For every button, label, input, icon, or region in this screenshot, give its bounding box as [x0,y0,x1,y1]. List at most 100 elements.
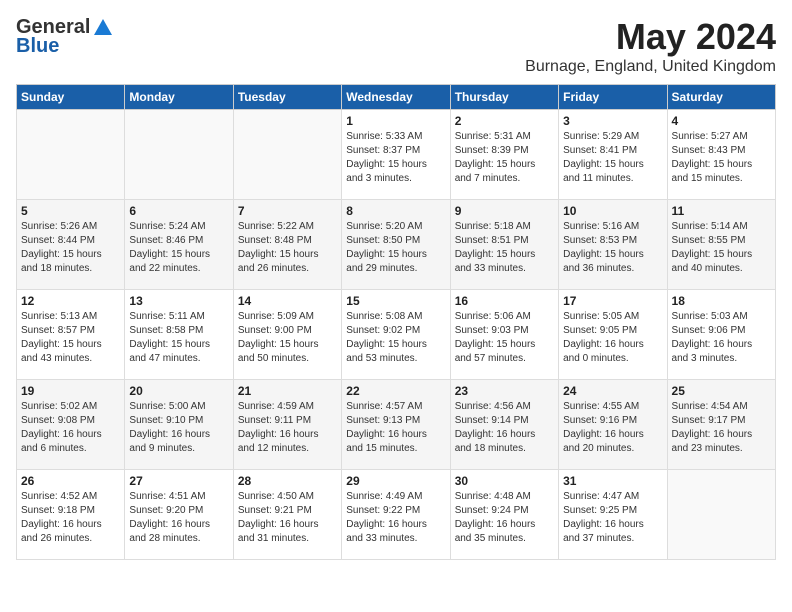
calendar-cell [233,110,341,200]
calendar-cell: 23 Sunrise: 4:56 AM Sunset: 9:14 PM Dayli… [450,380,558,470]
week-row-4: 19 Sunrise: 5:02 AM Sunset: 9:08 PM Dayli… [17,380,776,470]
cell-content: Sunrise: 4:56 AM Sunset: 9:14 PM Dayligh… [455,400,554,456]
calendar-cell: 26 Sunrise: 4:52 AM Sunset: 9:18 PM Dayli… [17,470,125,560]
calendar-cell: 24 Sunrise: 4:55 AM Sunset: 9:16 PM Dayli… [559,380,667,470]
day-number: 21 [238,384,337,398]
calendar-cell: 9 Sunrise: 5:18 AM Sunset: 8:51 PM Daylig… [450,200,558,290]
day-number: 13 [129,294,228,308]
day-number: 12 [21,294,120,308]
calendar-cell: 19 Sunrise: 5:02 AM Sunset: 9:08 PM Dayli… [17,380,125,470]
cell-content: Sunrise: 5:05 AM Sunset: 9:05 PM Dayligh… [563,310,662,366]
cell-content: Sunrise: 5:14 AM Sunset: 8:55 PM Dayligh… [672,220,771,276]
day-number: 31 [563,474,662,488]
day-number: 5 [21,204,120,218]
cell-content: Sunrise: 4:54 AM Sunset: 9:17 PM Dayligh… [672,400,771,456]
day-number: 11 [672,204,771,218]
cell-content: Sunrise: 5:18 AM Sunset: 8:51 PM Dayligh… [455,220,554,276]
day-number: 1 [346,114,445,128]
cell-content: Sunrise: 4:57 AM Sunset: 9:13 PM Dayligh… [346,400,445,456]
cell-content: Sunrise: 5:02 AM Sunset: 9:08 PM Dayligh… [21,400,120,456]
day-number: 28 [238,474,337,488]
calendar-cell: 18Sunrise: 5:03 AM Sunset: 9:06 PM Dayli… [667,290,775,380]
calendar-cell: 4 Sunrise: 5:27 AM Sunset: 8:43 PM Daylig… [667,110,775,200]
day-number: 14 [238,294,337,308]
calendar-cell: 14 Sunrise: 5:09 AM Sunset: 9:00 PM Dayli… [233,290,341,380]
day-number: 24 [563,384,662,398]
calendar-cell: 21 Sunrise: 4:59 AM Sunset: 9:11 PM Dayli… [233,380,341,470]
day-number: 22 [346,384,445,398]
cell-content: Sunrise: 4:50 AM Sunset: 9:21 PM Dayligh… [238,490,337,546]
week-row-5: 26 Sunrise: 4:52 AM Sunset: 9:18 PM Dayli… [17,470,776,560]
cell-content: Sunrise: 5:22 AM Sunset: 8:48 PM Dayligh… [238,220,337,276]
weekday-header-row: SundayMondayTuesdayWednesdayThursdayFrid… [17,85,776,110]
cell-content: Sunrise: 4:51 AM Sunset: 9:20 PM Dayligh… [129,490,228,546]
day-number: 20 [129,384,228,398]
cell-content: Sunrise: 4:59 AM Sunset: 9:11 PM Dayligh… [238,400,337,456]
weekday-header-tuesday: Tuesday [233,85,341,110]
day-number: 25 [672,384,771,398]
calendar-cell: 8Sunrise: 5:20 AM Sunset: 8:50 PM Daylig… [342,200,450,290]
cell-content: Sunrise: 5:27 AM Sunset: 8:43 PM Dayligh… [672,130,771,186]
day-number: 30 [455,474,554,488]
day-number: 10 [563,204,662,218]
cell-content: Sunrise: 5:00 AM Sunset: 9:10 PM Dayligh… [129,400,228,456]
location-title: Burnage, England, United Kingdom [525,58,776,76]
cell-content: Sunrise: 5:09 AM Sunset: 9:00 PM Dayligh… [238,310,337,366]
cell-content: Sunrise: 4:55 AM Sunset: 9:16 PM Dayligh… [563,400,662,456]
weekday-header-sunday: Sunday [17,85,125,110]
cell-content: Sunrise: 5:20 AM Sunset: 8:50 PM Dayligh… [346,220,445,276]
weekday-header-friday: Friday [559,85,667,110]
day-number: 27 [129,474,228,488]
day-number: 16 [455,294,554,308]
week-row-1: 1Sunrise: 5:33 AM Sunset: 8:37 PM Daylig… [17,110,776,200]
day-number: 2 [455,114,554,128]
calendar-cell: 1Sunrise: 5:33 AM Sunset: 8:37 PM Daylig… [342,110,450,200]
cell-content: Sunrise: 5:29 AM Sunset: 8:41 PM Dayligh… [563,130,662,186]
calendar-cell: 10 Sunrise: 5:16 AM Sunset: 8:53 PM Dayli… [559,200,667,290]
logo: General Blue [16,16,114,58]
calendar-cell: 3 Sunrise: 5:29 AM Sunset: 8:41 PM Daylig… [559,110,667,200]
cell-content: Sunrise: 5:08 AM Sunset: 9:02 PM Dayligh… [346,310,445,366]
weekday-header-wednesday: Wednesday [342,85,450,110]
weekday-header-saturday: Saturday [667,85,775,110]
calendar-cell [667,470,775,560]
cell-content: Sunrise: 4:52 AM Sunset: 9:18 PM Dayligh… [21,490,120,546]
calendar-cell: 22 Sunrise: 4:57 AM Sunset: 9:13 PM Dayli… [342,380,450,470]
week-row-3: 12 Sunrise: 5:13 AM Sunset: 8:57 PM Dayli… [17,290,776,380]
calendar-cell: 29Sunrise: 4:49 AM Sunset: 9:22 PM Dayli… [342,470,450,560]
calendar-cell: 13 Sunrise: 5:11 AM Sunset: 8:58 PM Dayli… [125,290,233,380]
cell-content: Sunrise: 5:13 AM Sunset: 8:57 PM Dayligh… [21,310,120,366]
day-number: 4 [672,114,771,128]
cell-content: Sunrise: 5:03 AM Sunset: 9:06 PM Dayligh… [672,310,771,366]
calendar-cell: 28 Sunrise: 4:50 AM Sunset: 9:21 PM Dayli… [233,470,341,560]
day-number: 29 [346,474,445,488]
cell-content: Sunrise: 5:24 AM Sunset: 8:46 PM Dayligh… [129,220,228,276]
calendar-cell: 16Sunrise: 5:06 AM Sunset: 9:03 PM Dayli… [450,290,558,380]
logo-icon [92,17,114,39]
calendar-cell: 27 Sunrise: 4:51 AM Sunset: 9:20 PM Dayli… [125,470,233,560]
calendar-cell: 31 Sunrise: 4:47 AM Sunset: 9:25 PM Dayli… [559,470,667,560]
cell-content: Sunrise: 5:11 AM Sunset: 8:58 PM Dayligh… [129,310,228,366]
weekday-header-monday: Monday [125,85,233,110]
cell-content: Sunrise: 5:16 AM Sunset: 8:53 PM Dayligh… [563,220,662,276]
calendar-cell: 12 Sunrise: 5:13 AM Sunset: 8:57 PM Dayli… [17,290,125,380]
week-row-2: 5Sunrise: 5:26 AM Sunset: 8:44 PM Daylig… [17,200,776,290]
cell-content: Sunrise: 4:48 AM Sunset: 9:24 PM Dayligh… [455,490,554,546]
day-number: 26 [21,474,120,488]
logo-blue-text: Blue [16,35,59,58]
day-number: 6 [129,204,228,218]
calendar-cell: 30 Sunrise: 4:48 AM Sunset: 9:24 PM Dayli… [450,470,558,560]
calendar-cell: 15Sunrise: 5:08 AM Sunset: 9:02 PM Dayli… [342,290,450,380]
calendar-cell: 7Sunrise: 5:22 AM Sunset: 8:48 PM Daylig… [233,200,341,290]
calendar-cell: 25 Sunrise: 4:54 AM Sunset: 9:17 PM Dayli… [667,380,775,470]
day-number: 3 [563,114,662,128]
calendar-cell: 6 Sunrise: 5:24 AM Sunset: 8:46 PM Daylig… [125,200,233,290]
day-number: 19 [21,384,120,398]
cell-content: Sunrise: 4:47 AM Sunset: 9:25 PM Dayligh… [563,490,662,546]
day-number: 17 [563,294,662,308]
day-number: 23 [455,384,554,398]
calendar-cell: 20 Sunrise: 5:00 AM Sunset: 9:10 PM Dayli… [125,380,233,470]
calendar-cell: 2Sunrise: 5:31 AM Sunset: 8:39 PM Daylig… [450,110,558,200]
calendar-cell [17,110,125,200]
day-number: 9 [455,204,554,218]
